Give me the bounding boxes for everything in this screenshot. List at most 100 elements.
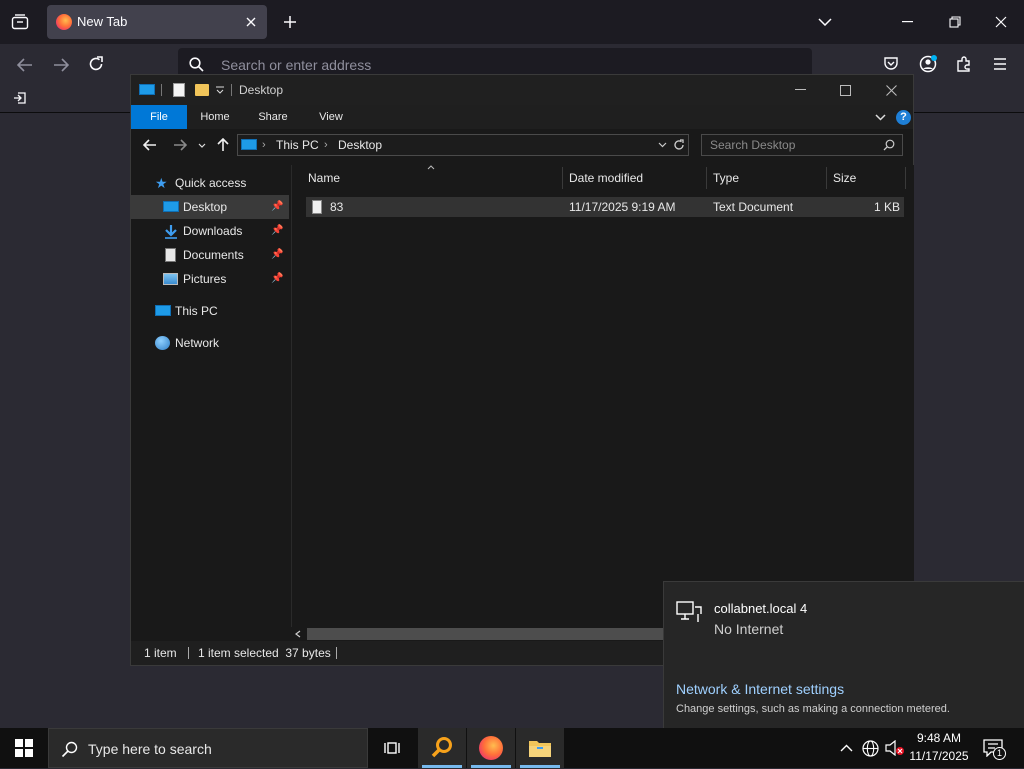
explorer-back-icon[interactable]: [141, 137, 159, 153]
downloads-folder-icon: [163, 223, 179, 239]
file-size: 1 KB: [873, 200, 900, 214]
column-separator[interactable]: [905, 167, 906, 189]
nav-this-pc[interactable]: This PC: [131, 299, 289, 323]
refresh-icon[interactable]: [672, 138, 686, 152]
account-icon[interactable]: [917, 53, 939, 75]
sidebar-toggle-icon[interactable]: [10, 88, 30, 108]
taskbar-search-app[interactable]: [418, 728, 466, 768]
nav-item-desktop[interactable]: Desktop 📌: [131, 195, 289, 219]
task-view-button[interactable]: [368, 728, 416, 768]
pocket-icon[interactable]: [880, 53, 902, 75]
volume-muted-icon[interactable]: [884, 738, 906, 758]
tab-home[interactable]: Home: [193, 105, 237, 129]
column-separator[interactable]: [706, 167, 707, 189]
search-icon: [188, 56, 204, 72]
text-document-icon: [312, 200, 322, 214]
close-tab-icon[interactable]: [243, 14, 259, 30]
up-one-level-icon[interactable]: [215, 137, 231, 153]
close-window-icon[interactable]: [991, 12, 1011, 32]
clock-date[interactable]: 11/17/2025: [909, 749, 969, 763]
network-name[interactable]: collabnet.local 4: [714, 601, 807, 616]
ribbon-tabs: File Home Share View ?: [131, 105, 913, 129]
pin-icon[interactable]: 📌: [271, 243, 283, 267]
tab-view[interactable]: View: [309, 105, 353, 129]
file-list: Name Date modified Type Size 83 11/17/20…: [291, 164, 914, 639]
tab-share[interactable]: Share: [251, 105, 295, 129]
nav-item-label: Pictures: [183, 272, 227, 286]
show-hidden-icons-icon[interactable]: [836, 738, 856, 758]
nav-item-pictures[interactable]: Pictures 📌: [131, 267, 289, 291]
nav-network[interactable]: Network: [131, 331, 289, 355]
explorer-maximize-icon[interactable]: [836, 83, 854, 97]
pin-icon[interactable]: 📌: [271, 219, 283, 243]
tab-file[interactable]: File: [131, 105, 187, 129]
reload-icon[interactable]: [85, 53, 107, 75]
customize-qat-icon[interactable]: [215, 85, 225, 95]
forward-icon[interactable]: [50, 54, 72, 76]
browser-tab-bar: New Tab: [0, 0, 1024, 44]
browser-tab[interactable]: New Tab: [47, 5, 267, 39]
task-view-icon: [384, 742, 400, 754]
column-separator[interactable]: [562, 167, 563, 189]
nav-this-pc-label: This PC: [175, 304, 218, 318]
network-settings-description: Change settings, such as making a connec…: [676, 703, 950, 715]
nav-item-downloads[interactable]: Downloads 📌: [131, 219, 289, 243]
nav-item-label: Downloads: [183, 224, 243, 238]
extensions-icon[interactable]: [953, 53, 975, 75]
list-all-tabs-icon[interactable]: [815, 12, 835, 32]
network-settings-link[interactable]: Network & Internet settings: [676, 681, 844, 697]
clock-time[interactable]: 9:48 AM: [909, 731, 969, 745]
help-icon[interactable]: ?: [896, 110, 911, 125]
taskbar-search-placeholder: Type here to search: [88, 741, 212, 757]
pin-icon[interactable]: 📌: [271, 267, 283, 291]
network-status: No Internet: [714, 621, 784, 637]
nav-item-label: Desktop: [183, 200, 228, 214]
wired-network-icon: [676, 600, 702, 624]
address-dropdown-icon[interactable]: [656, 140, 668, 150]
explorer-close-icon[interactable]: [882, 83, 900, 97]
table-row[interactable]: 83 11/17/2025 9:19 AM Text Document 1 KB: [306, 197, 904, 217]
nav-network-label: Network: [175, 336, 220, 350]
taskbar-firefox[interactable]: [467, 728, 515, 768]
nav-quick-access[interactable]: ★ Quick access: [131, 171, 289, 195]
back-icon[interactable]: [14, 54, 36, 76]
restore-icon[interactable]: [945, 12, 965, 32]
expand-ribbon-icon[interactable]: [873, 111, 887, 123]
scroll-left-icon[interactable]: [293, 629, 303, 639]
breadcrumb-chevron-icon: ›: [262, 139, 266, 151]
explorer-window-title: Desktop: [239, 83, 284, 97]
file-explorer-icon: [529, 741, 551, 757]
search-icon: [59, 739, 79, 759]
this-pc-icon: [155, 305, 171, 316]
menu-icon[interactable]: [989, 53, 1011, 75]
item-count: 1 item: [144, 646, 177, 660]
column-header-name[interactable]: Name: [308, 165, 340, 191]
breadcrumb-this-pc[interactable]: This PC: [276, 135, 319, 155]
nav-item-documents[interactable]: Documents 📌: [131, 243, 289, 267]
taskbar-search-box[interactable]: Type here to search: [48, 728, 368, 768]
column-header-size[interactable]: Size: [833, 165, 856, 191]
pin-icon[interactable]: 📌: [271, 195, 283, 219]
column-separator[interactable]: [826, 167, 827, 189]
properties-icon[interactable]: [173, 83, 185, 97]
new-folder-icon[interactable]: [195, 84, 209, 96]
minimize-icon[interactable]: [898, 12, 918, 32]
explorer-search-input[interactable]: Search Desktop: [701, 134, 903, 156]
explorer-address-bar[interactable]: › This PC › Desktop: [237, 134, 689, 156]
breadcrumb-desktop[interactable]: Desktop: [338, 135, 382, 155]
explorer-forward-icon[interactable]: [171, 137, 189, 153]
notification-count-badge: 1: [993, 747, 1006, 760]
start-button[interactable]: [0, 728, 48, 768]
action-center-icon[interactable]: 1: [980, 736, 1006, 760]
tab-list-icon[interactable]: [8, 11, 32, 33]
column-header-date[interactable]: Date modified: [569, 165, 643, 191]
column-header-type[interactable]: Type: [713, 165, 739, 191]
explorer-minimize-icon[interactable]: [791, 83, 809, 97]
new-tab-icon[interactable]: [280, 12, 300, 32]
qat-separator-2: [231, 84, 232, 96]
scrollbar-thumb[interactable]: [307, 628, 667, 640]
taskbar-file-explorer[interactable]: [516, 728, 564, 768]
recent-locations-icon[interactable]: [197, 140, 207, 150]
language-globe-icon[interactable]: [860, 738, 880, 758]
pictures-folder-icon: [163, 273, 178, 285]
